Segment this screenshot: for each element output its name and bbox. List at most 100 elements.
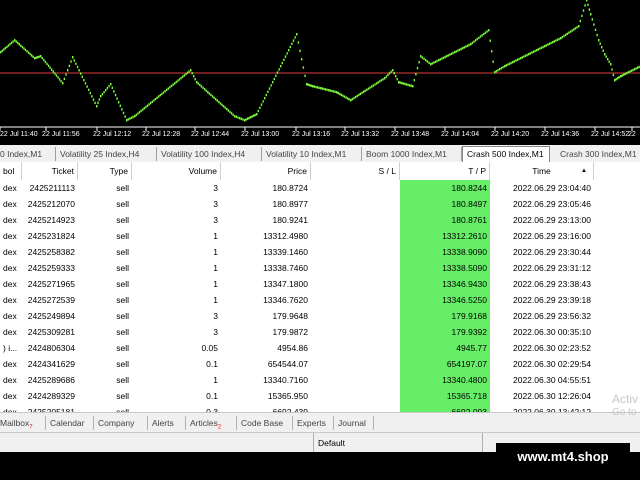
- cell-time: 2022.06.30 04:55:51: [513, 375, 591, 385]
- column-header-volume[interactable]: Volume: [132, 162, 221, 180]
- site-watermark: www.mt4.shop: [496, 443, 630, 471]
- column-header-tp[interactable]: T / P: [400, 162, 490, 180]
- cell-type: sell: [116, 343, 129, 353]
- cell-time: 2022.06.29 23:13:00: [513, 215, 591, 225]
- cell-tp: 179.9392: [400, 324, 490, 340]
- cell-ticket: 2425271965: [27, 279, 75, 289]
- time-axis-label: 22 Jul 13:32: [341, 131, 380, 138]
- cell-ticket: 2425211113: [29, 183, 75, 193]
- column-header-type[interactable]: Type: [78, 162, 132, 180]
- cell-type: sell: [116, 359, 129, 369]
- chart-tab[interactable]: Crash 300 Index,M1: [556, 147, 640, 161]
- cell-volume: 1: [213, 295, 218, 305]
- cell-sl: [311, 180, 400, 196]
- table-row[interactable]: dex 2425272539 sell 1 13346.7620 13346.5250 20…: [0, 292, 640, 308]
- cell-tp: 4945.77: [400, 340, 490, 356]
- cell-volume: 0.05: [201, 343, 218, 353]
- column-header-symbol[interactable]: bol: [0, 162, 22, 180]
- cell-ticket: 2425289686: [27, 375, 75, 385]
- table-row[interactable]: dex 2424289329 sell 0.1 15365.950 15365.718 20…: [0, 388, 640, 404]
- table-row[interactable]: dex 2425212070 sell 3 180.8977 180.8497 2022.0…: [0, 196, 640, 212]
- cell-time: 2022.06.29 23:05:46: [513, 199, 591, 209]
- chart-tab[interactable]: Volatility 10 Index,M1: [262, 147, 362, 161]
- terminal-tab-company[interactable]: Company: [94, 416, 148, 430]
- time-axis-label: 22 Jul 14:52: [591, 131, 630, 138]
- cell-sl: [311, 340, 400, 356]
- cell-tp: 179.9168: [400, 308, 490, 324]
- cell-time: 2022.06.29 23:31:12: [513, 263, 591, 273]
- column-header-price[interactable]: Price: [221, 162, 311, 180]
- terminal-tab-label: Company: [98, 418, 135, 428]
- table-row[interactable]: dex 2425259333 sell 1 13338.7460 13338.5090 20…: [0, 260, 640, 276]
- table-row[interactable]: dex 2425211113 sell 3 180.8724 180.8244 2022.0…: [0, 180, 640, 196]
- table-row[interactable]: dex 2425309281 sell 3 179.9872 179.9392 2022.0…: [0, 324, 640, 340]
- column-header-ticket[interactable]: Ticket: [22, 162, 78, 180]
- cell-volume: 3: [213, 183, 218, 193]
- time-axis-label: 22 Jul 13:16: [292, 131, 331, 138]
- cell-tp: 15365.718: [400, 388, 490, 404]
- cell-type: sell: [116, 295, 129, 305]
- terminal-tab-label: Experts: [297, 418, 326, 428]
- cell-ticket: 2425231824: [27, 231, 75, 241]
- cell-type: sell: [116, 311, 129, 321]
- terminal-tab-journal[interactable]: Journal: [334, 416, 374, 430]
- time-axis-label: 22 Jul 12:12: [93, 131, 132, 138]
- column-header-time[interactable]: Time ▲: [490, 162, 594, 180]
- activate-line-2: Go to: [612, 407, 637, 418]
- time-axis-label: 22 Jul 13:48: [391, 131, 430, 138]
- table-row[interactable]: ) i... 2424806304 sell 0.05 4954.86 4945.77 20…: [0, 340, 640, 356]
- table-row[interactable]: dex 2425271965 sell 1 13347.1800 13346.9430 20…: [0, 276, 640, 292]
- chart-tab[interactable]: Boom 1000 Index,M1: [362, 147, 462, 161]
- cell-price: 13340.7160: [263, 375, 308, 385]
- cell-type: sell: [116, 391, 129, 401]
- table-row[interactable]: dex 2425258382 sell 1 13339.1460 13338.9090 20…: [0, 244, 640, 260]
- cell-symbol: dex: [3, 247, 17, 257]
- cell-ticket: 2424806304: [27, 343, 75, 353]
- table-row[interactable]: dex 2425214923 sell 3 180.9241 180.8761 2022.0…: [0, 212, 640, 228]
- cell-time: 2022.06.30 00:35:10: [513, 327, 591, 337]
- table-row[interactable]: dex 2424341629 sell 0.1 654544.07 654197.07 20…: [0, 356, 640, 372]
- cell-price: 180.8724: [272, 183, 308, 193]
- time-axis-label: 22 Jul 13:00: [241, 131, 280, 138]
- cell-sl: [311, 308, 400, 324]
- terminal-tab-calendar[interactable]: Calendar: [46, 416, 94, 430]
- column-header-sl[interactable]: S / L: [311, 162, 400, 180]
- terminal-tab-articles[interactable]: Articles2: [186, 416, 237, 431]
- cell-type: sell: [116, 199, 129, 209]
- cell-ticket: 2425272539: [27, 295, 75, 305]
- cell-sl: [311, 228, 400, 244]
- terminal-tab-alerts[interactable]: Alerts: [148, 416, 186, 430]
- cell-type: sell: [116, 279, 129, 289]
- chart-tab[interactable]: Volatility 100 Index,H4: [157, 147, 262, 161]
- column-header-time-label: Time: [532, 166, 551, 176]
- column-header-extra: [594, 162, 640, 180]
- chart-tab[interactable]: Volatility 25 Index,H4: [56, 147, 157, 161]
- terminal-tab-label: Code Base: [241, 418, 284, 428]
- cell-sl: [311, 404, 400, 412]
- cell-sl: [311, 356, 400, 372]
- time-axis-label: 22 Jul 12:44: [191, 131, 230, 138]
- price-chart[interactable]: 22 Jul 11:40 22 Jul 11:56 22 Jul 12:12 22 J…: [0, 0, 640, 145]
- table-row[interactable]: dex 2425231824 sell 1 13312.4980 13312.2610 20…: [0, 228, 640, 244]
- cell-symbol: dex: [3, 263, 17, 273]
- terminal-tab-mailbox[interactable]: Mailbox7: [0, 416, 46, 431]
- cell-volume: 1: [213, 231, 218, 241]
- table-row[interactable]: dex 2425289686 sell 1 13340.7160 13340.4800 20…: [0, 372, 640, 388]
- table-row[interactable]: dex 2425205181 sell 0.3 6692.439 6692.093 2022…: [0, 404, 640, 412]
- table-row[interactable]: dex 2425249894 sell 3 179.9648 179.9168 2022.0…: [0, 308, 640, 324]
- cell-sl: [311, 388, 400, 404]
- status-profile[interactable]: Default: [313, 433, 483, 453]
- cell-volume: 3: [213, 199, 218, 209]
- cell-symbol: dex: [3, 375, 17, 385]
- cell-volume: 0.1: [206, 391, 218, 401]
- cell-volume: 3: [213, 327, 218, 337]
- terminal-tab-experts[interactable]: Experts: [293, 416, 334, 430]
- cell-volume: 3: [213, 311, 218, 321]
- cell-tp: 13338.5090: [400, 260, 490, 276]
- chart-tab[interactable]: 0 Index,M1: [0, 147, 56, 161]
- cell-time: 2022.06.30 13:42:12: [513, 407, 591, 412]
- chart-tab[interactable]: Crash 500 Index,M1: [462, 146, 550, 162]
- cell-symbol: dex: [3, 279, 17, 289]
- terminal-tab-code-base[interactable]: Code Base: [237, 416, 293, 430]
- cell-price: 13312.4980: [263, 231, 308, 241]
